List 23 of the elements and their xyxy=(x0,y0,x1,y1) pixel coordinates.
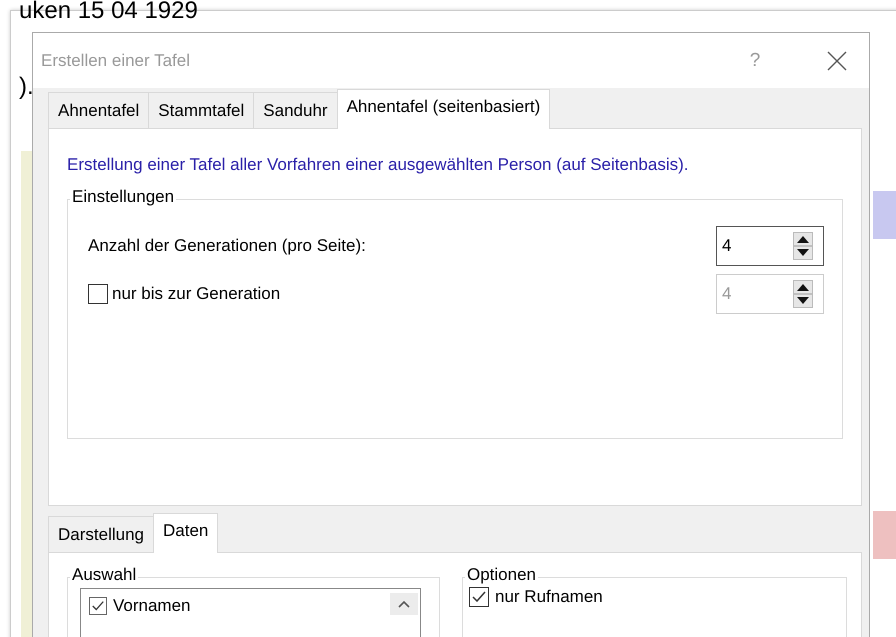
check-icon xyxy=(91,599,105,613)
field-label: Anzahl der Generationen (pro Seite): xyxy=(88,236,367,256)
background-text: ). xyxy=(19,73,34,101)
description-text: Erstellung einer Tafel aller Vorfahren einer ausgewählten Person (auf Seitenbasis). xyxy=(67,154,690,176)
group-title: Einstellungen xyxy=(70,187,176,207)
checkbox-label: nur Rufnamen xyxy=(495,587,603,607)
list-item[interactable]: Vornamen xyxy=(113,596,190,616)
scroll-up-icon[interactable] xyxy=(390,593,418,615)
tab[interactable]: Ahnentafel xyxy=(48,92,150,128)
tab[interactable]: Ahnentafel (seitenbasiert) xyxy=(336,89,550,129)
background-text: uken 15 04 1929 xyxy=(19,0,198,25)
tab[interactable]: Darstellung xyxy=(48,516,154,552)
check-icon xyxy=(471,589,487,605)
spin-arrows-icon[interactable] xyxy=(793,232,813,260)
spin-field[interactable]: 4 xyxy=(716,226,824,266)
checkbox[interactable] xyxy=(469,587,489,607)
tab[interactable]: Daten xyxy=(153,513,218,553)
window-title: Erstellen einer Tafel xyxy=(41,50,191,70)
background-panel xyxy=(873,511,896,559)
group-title: Optionen xyxy=(465,565,538,585)
checkbox[interactable] xyxy=(89,597,107,615)
checkbox-label: nur bis zur Generation xyxy=(112,284,282,304)
background-panel xyxy=(873,191,896,239)
